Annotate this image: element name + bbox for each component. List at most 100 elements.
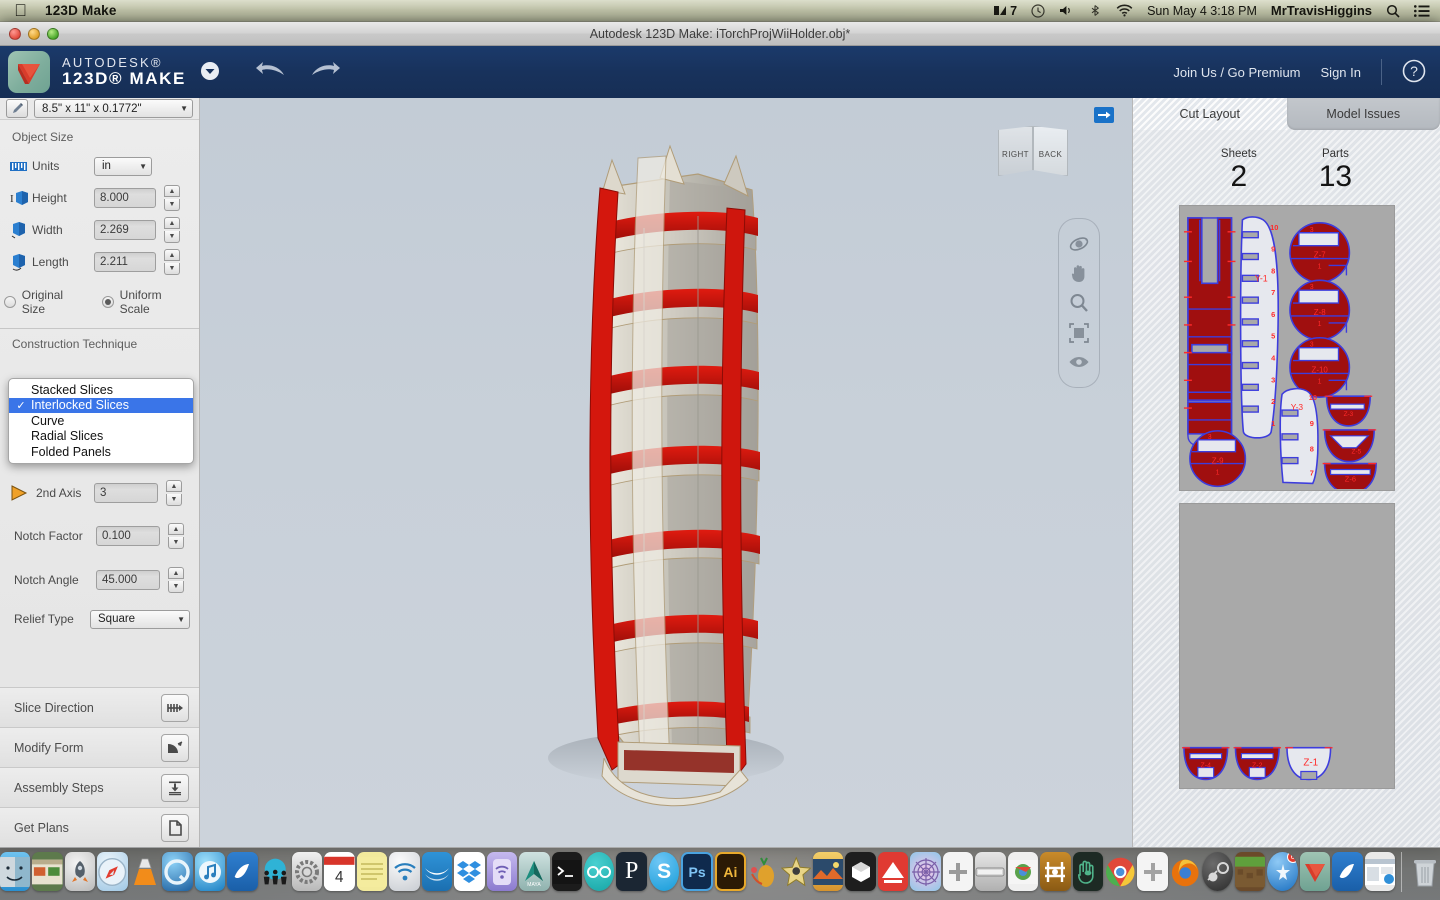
slice-direction-icon[interactable] <box>161 693 189 722</box>
slice-direction-row[interactable]: Slice Direction <box>0 687 199 727</box>
uniform-scale-label[interactable]: Uniform Scale <box>120 288 193 316</box>
construction-technique-menu[interactable]: Stacked Slices ✓ Interlocked Slices Curv… <box>8 378 194 464</box>
bluetooth-icon[interactable] <box>1088 4 1102 17</box>
modify-form-row[interactable]: Modify Form <box>0 727 199 767</box>
sheet-thumbnail-2[interactable]: Z-4 Z-2 Z-1 <box>1178 502 1395 789</box>
clock-icon[interactable] <box>1031 3 1045 18</box>
dock-item-safari[interactable] <box>97 852 128 891</box>
height-input[interactable]: 8.000 <box>94 188 156 208</box>
stepper-down[interactable]: ▼ <box>164 199 180 211</box>
stepper-down[interactable]: ▼ <box>164 231 180 243</box>
dock-item-pineapple[interactable] <box>748 852 778 891</box>
sign-in-link[interactable]: Sign In <box>1321 65 1361 80</box>
menu-item-folded-panels[interactable]: Folded Panels <box>9 444 193 460</box>
assembly-steps-row[interactable]: Assembly Steps <box>0 767 199 807</box>
uniform-scale-radio[interactable] <box>101 296 114 308</box>
stepper-down[interactable]: ▼ <box>168 537 184 549</box>
dock-item-processing[interactable]: P <box>616 852 647 891</box>
menu-item-curve[interactable]: Curve <box>9 413 193 429</box>
zoom-button[interactable] <box>47 27 59 40</box>
dock-item-skype[interactable]: S <box>648 852 680 891</box>
dock-item-dropbox[interactable] <box>454 852 485 891</box>
notch-angle-input[interactable]: 45.000 <box>96 570 160 590</box>
menubar-user[interactable]: MrTravisHiggins <box>1271 3 1372 18</box>
dock-item-window-plus[interactable] <box>942 852 974 891</box>
dock-item-system-preferences[interactable] <box>291 852 323 891</box>
notch-angle-stepper[interactable]: ▲ ▼ <box>168 567 184 593</box>
dock-item-finder[interactable] <box>0 852 31 891</box>
modify-form-icon[interactable] <box>161 733 189 762</box>
join-premium-link[interactable]: Join Us / Go Premium <box>1173 65 1300 80</box>
menubar-app-name[interactable]: 123D Make <box>45 3 117 18</box>
stepper-up[interactable]: ▲ <box>164 217 180 229</box>
redo-arrow-icon[interactable] <box>310 61 340 84</box>
dock-item-terminal[interactable] <box>551 852 583 891</box>
autodesk-logo-icon[interactable] <box>8 51 50 93</box>
stepper-down[interactable]: ▼ <box>166 494 182 506</box>
dock-item-transmission[interactable] <box>227 852 258 891</box>
dock-item-pen-tablet[interactable] <box>975 852 1006 891</box>
search-icon[interactable] <box>1386 4 1400 18</box>
width-stepper[interactable]: ▲ ▼ <box>164 217 180 243</box>
viewport-3d[interactable]: RIGHT BACK <box>200 98 1132 847</box>
dock-item-sharing[interactable] <box>260 852 290 891</box>
pencil-icon[interactable] <box>6 99 28 118</box>
model-render[interactable] <box>200 98 1132 847</box>
notch-factor-input[interactable]: 0.100 <box>96 526 160 546</box>
dock-item-seeing-hand[interactable] <box>1072 852 1104 891</box>
dock-item-plus-app[interactable] <box>1137 852 1168 891</box>
dock-item-stickies[interactable] <box>356 852 388 891</box>
dock-item-iphoto[interactable] <box>812 852 844 891</box>
dock-item-quicktime[interactable] <box>162 852 193 891</box>
dock-item-unity[interactable] <box>845 852 876 891</box>
stepper-up[interactable]: ▲ <box>168 567 184 579</box>
dock-item-imovie[interactable] <box>780 852 811 891</box>
get-plans-row[interactable]: Get Plans <box>0 807 199 847</box>
get-plans-icon[interactable] <box>161 813 189 842</box>
dock-item-photoshop[interactable]: Ps <box>681 852 713 891</box>
list-icon[interactable] <box>1414 4 1430 17</box>
menubar-datetime[interactable]: Sun May 4 3:18 PM <box>1147 4 1257 18</box>
dock-item-chrome-canary[interactable] <box>1007 852 1039 891</box>
dock-item-sketchup[interactable] <box>877 852 909 891</box>
apple-icon[interactable]:  <box>12 1 29 20</box>
dock-item-calendar[interactable]: 4 <box>324 852 355 891</box>
relief-type-dropdown[interactable]: Square ▼ <box>90 609 190 629</box>
dock-item-launchpad[interactable] <box>64 852 96 891</box>
material-size-dropdown[interactable]: 8.5" x 11" x 0.1772" ▼ <box>34 99 193 118</box>
close-button[interactable] <box>9 27 21 40</box>
stepper-down[interactable]: ▼ <box>164 263 180 275</box>
menu-item-radial-slices[interactable]: Radial Slices <box>9 429 193 445</box>
minimize-button[interactable] <box>28 27 40 40</box>
original-size-radio[interactable] <box>4 296 16 308</box>
units-dropdown[interactable]: in ▼ <box>94 156 152 176</box>
stepper-up[interactable]: ▲ <box>168 523 184 535</box>
dock-item-maya[interactable]: MAYA <box>519 852 550 891</box>
dock-item-firefox[interactable] <box>1170 852 1200 891</box>
menu-item-stacked-slices[interactable]: Stacked Slices <box>9 382 193 398</box>
original-size-label[interactable]: Original Size <box>22 288 88 316</box>
dock-item-downloads-stack[interactable] <box>1364 852 1396 891</box>
height-stepper[interactable]: ▲ ▼ <box>164 185 180 211</box>
dock-item-app-store-mini[interactable] <box>32 852 63 891</box>
tab-model-issues[interactable]: Model Issues <box>1286 98 1440 130</box>
dock-item-arduino[interactable] <box>584 852 615 891</box>
dock-item-123d-make[interactable] <box>1299 852 1331 891</box>
undo-arrow-icon[interactable] <box>255 61 286 84</box>
second-axis-stepper[interactable]: ▲ ▼ <box>166 480 182 506</box>
stepper-up[interactable]: ▲ <box>164 249 180 261</box>
volume-icon[interactable] <box>1059 4 1074 17</box>
dock-item-chrome[interactable] <box>1105 852 1135 891</box>
width-input[interactable]: 2.269 <box>94 220 156 240</box>
dock-item-meshmixer[interactable] <box>1040 852 1071 891</box>
notch-factor-stepper[interactable]: ▲ ▼ <box>168 523 184 549</box>
chevron-down-circle-icon[interactable] <box>200 61 220 84</box>
stepper-down[interactable]: ▼ <box>168 581 184 593</box>
length-input[interactable]: 2.211 <box>94 252 156 272</box>
dock-item-libreoffice[interactable] <box>421 852 453 891</box>
wifi-icon[interactable] <box>1116 4 1133 17</box>
dock-item-app-store[interactable]: 6 <box>1267 852 1298 891</box>
dock-item-minecraft[interactable] <box>1234 852 1266 891</box>
dock-item-mandala[interactable] <box>910 852 941 891</box>
stepper-up[interactable]: ▲ <box>166 480 182 492</box>
